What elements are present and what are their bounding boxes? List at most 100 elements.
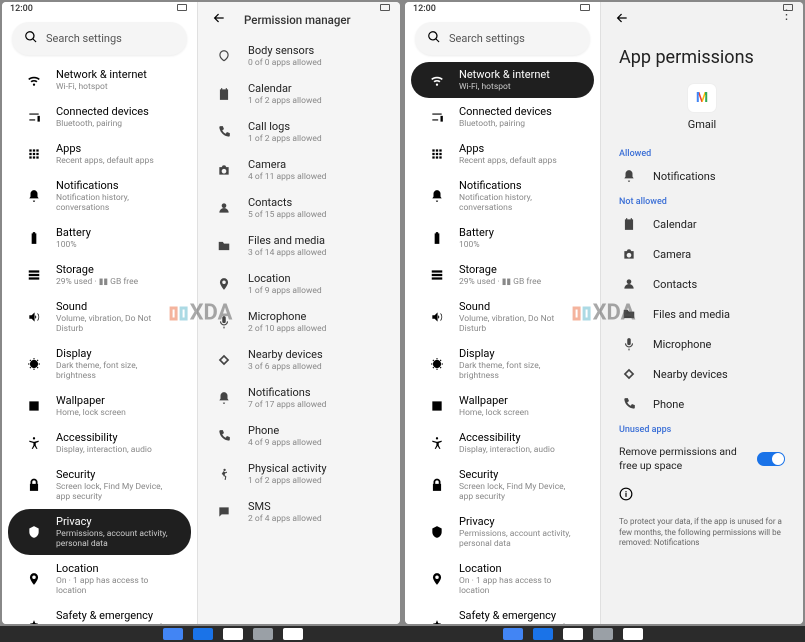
perm-title: SMS [248, 500, 322, 513]
settings-item-connected-devices[interactable]: Connected devices Bluetooth, pairing [411, 99, 594, 135]
search-box[interactable]: Search settings [12, 22, 187, 55]
devices-icon [429, 109, 445, 125]
settings-item-battery[interactable]: Battery 100% [8, 220, 191, 256]
settings-item-display[interactable]: Display Dark theme, font size, brightnes… [411, 341, 594, 387]
settings-item-battery[interactable]: Battery 100% [411, 220, 594, 256]
taskbar-app-icon[interactable] [563, 628, 583, 640]
permission-camera[interactable]: Camera 4 of 11 apps allowed [198, 151, 400, 189]
app-perm-nearby-devices[interactable]: Nearby devices [601, 359, 803, 389]
item-title: Sound [459, 300, 580, 313]
settings-item-privacy[interactable]: Privacy Permissions, account activity, p… [411, 509, 594, 555]
settings-item-display[interactable]: Display Dark theme, font size, brightnes… [8, 341, 191, 387]
item-subtitle: 100% [56, 240, 91, 250]
back-icon[interactable] [615, 10, 629, 29]
perm-subtitle: 4 of 11 apps allowed [248, 172, 326, 182]
taskbar-app-icon[interactable] [283, 628, 303, 640]
location-icon [429, 571, 445, 587]
app-perm-contacts[interactable]: Contacts [601, 269, 803, 299]
permission-phone[interactable]: Phone 4 of 9 apps allowed [198, 417, 400, 455]
taskbar-app-icon[interactable] [253, 628, 273, 640]
info-row [601, 480, 803, 511]
perm-subtitle: 1 of 2 apps allowed [248, 134, 322, 144]
permission-sms[interactable]: SMS 2 of 4 apps allowed [198, 493, 400, 531]
search-box[interactable]: Search settings [415, 22, 590, 55]
settings-item-notifications[interactable]: Notifications Notification history, conv… [411, 173, 594, 219]
permission-notifications[interactable]: Notifications 7 of 17 apps allowed [198, 379, 400, 417]
item-title: Connected devices [56, 105, 149, 118]
app-perm-notifications[interactable]: Notifications [601, 161, 803, 191]
perm-subtitle: 2 of 10 apps allowed [248, 324, 326, 334]
permission-files-and-media[interactable]: Files and media 3 of 14 apps allowed [198, 227, 400, 265]
permission-contacts[interactable]: Contacts 5 of 15 apps allowed [198, 189, 400, 227]
app-perm-microphone[interactable]: Microphone [601, 329, 803, 359]
settings-item-security[interactable]: Security Screen lock, Find My Device, ap… [411, 462, 594, 508]
settings-item-storage[interactable]: Storage 29% used · ▮▮ GB free [411, 257, 594, 293]
item-title: Notifications [459, 179, 580, 192]
sms-icon [216, 504, 232, 520]
app-name: Gmail [601, 118, 803, 131]
settings-item-notifications[interactable]: Notifications Notification history, conv… [8, 173, 191, 219]
section-unused: Unused apps [601, 419, 803, 437]
perm-title: Phone [248, 424, 322, 437]
settings-item-apps[interactable]: Apps Recent apps, default apps [8, 136, 191, 172]
item-subtitle: Bluetooth, pairing [459, 119, 552, 129]
settings-item-storage[interactable]: Storage 29% used · ▮▮ GB free [8, 257, 191, 293]
settings-item-connected-devices[interactable]: Connected devices Bluetooth, pairing [8, 99, 191, 135]
permission-location[interactable]: Location 1 of 9 apps allowed [198, 265, 400, 303]
item-title: Accessibility [459, 431, 555, 444]
item-title: Privacy [459, 515, 580, 528]
toggle-switch[interactable] [757, 452, 785, 466]
permission-body-sensors[interactable]: Body sensors 0 of 0 apps allowed [198, 37, 400, 75]
settings-item-wallpaper[interactable]: Wallpaper Home, lock screen [411, 388, 594, 424]
settings-item-accessibility[interactable]: Accessibility Display, interaction, audi… [8, 425, 191, 461]
item-subtitle: Display, interaction, audio [459, 445, 555, 455]
settings-item-apps[interactable]: Apps Recent apps, default apps [411, 136, 594, 172]
settings-item-safety-emergency[interactable]: Safety & emergency Emergency SOS, medica… [411, 603, 594, 624]
permission-call-logs[interactable]: Call logs 1 of 2 apps allowed [198, 113, 400, 151]
overflow-icon[interactable]: ⋮ [780, 12, 793, 20]
taskbar-app-icon[interactable] [533, 628, 553, 640]
back-icon[interactable] [212, 10, 226, 29]
a11y-icon [429, 435, 445, 451]
app-perm-camera[interactable]: Camera [601, 239, 803, 269]
item-title: Privacy [56, 515, 177, 528]
settings-item-network-internet[interactable]: Network & internet Wi-Fi, hotspot [8, 62, 191, 98]
app-perm-files-and-media[interactable]: Files and media [601, 299, 803, 329]
settings-item-accessibility[interactable]: Accessibility Display, interaction, audi… [411, 425, 594, 461]
storage-icon [26, 267, 42, 283]
app-perm-phone[interactable]: Phone [601, 389, 803, 419]
item-subtitle: Dark theme, font size, brightness [56, 361, 177, 381]
permission-calendar[interactable]: Calendar 1 of 2 apps allowed [198, 75, 400, 113]
settings-item-sound[interactable]: Sound Volume, vibration, Do Not Disturb [411, 294, 594, 340]
item-title: Display [56, 347, 177, 360]
permission-nearby-devices[interactable]: Nearby devices 3 of 6 apps allowed [198, 341, 400, 379]
app-perm-calendar[interactable]: Calendar [601, 209, 803, 239]
storage-icon [429, 267, 445, 283]
battery-icon [26, 230, 42, 246]
taskbar-app-icon[interactable] [223, 628, 243, 640]
settings-item-location[interactable]: Location On · 1 app has access to locati… [411, 556, 594, 602]
settings-item-privacy[interactable]: Privacy Permissions, account activity, p… [8, 509, 191, 555]
permission-microphone[interactable]: Microphone 2 of 10 apps allowed [198, 303, 400, 341]
settings-item-wallpaper[interactable]: Wallpaper Home, lock screen [8, 388, 191, 424]
taskbar-app-icon[interactable] [623, 628, 643, 640]
permission-physical-activity[interactable]: Physical activity 1 of 2 apps allowed [198, 455, 400, 493]
calllog-icon [216, 124, 232, 140]
files-icon [621, 306, 637, 322]
item-title: Wallpaper [56, 394, 126, 407]
taskbar-app-icon[interactable] [193, 628, 213, 640]
item-title: Network & internet [459, 68, 550, 81]
perm-subtitle: 3 of 14 apps allowed [248, 248, 326, 258]
settings-item-safety-emergency[interactable]: Safety & emergency Emergency SOS, medica… [8, 603, 191, 624]
settings-item-sound[interactable]: Sound Volume, vibration, Do Not Disturb [8, 294, 191, 340]
taskbar-app-icon[interactable] [593, 628, 613, 640]
perm-title: Calendar [248, 82, 322, 95]
taskbar-app-icon[interactable] [163, 628, 183, 640]
settings-item-security[interactable]: Security Screen lock, Find My Device, ap… [8, 462, 191, 508]
settings-item-location[interactable]: Location On · 1 app has access to locati… [8, 556, 191, 602]
item-title: Notifications [56, 179, 177, 192]
taskbar-app-icon[interactable] [503, 628, 523, 640]
app-perm-header [601, 2, 803, 37]
settings-item-network-internet[interactable]: Network & internet Wi-Fi, hotspot [411, 62, 594, 98]
perm-title: Nearby devices [248, 348, 323, 361]
